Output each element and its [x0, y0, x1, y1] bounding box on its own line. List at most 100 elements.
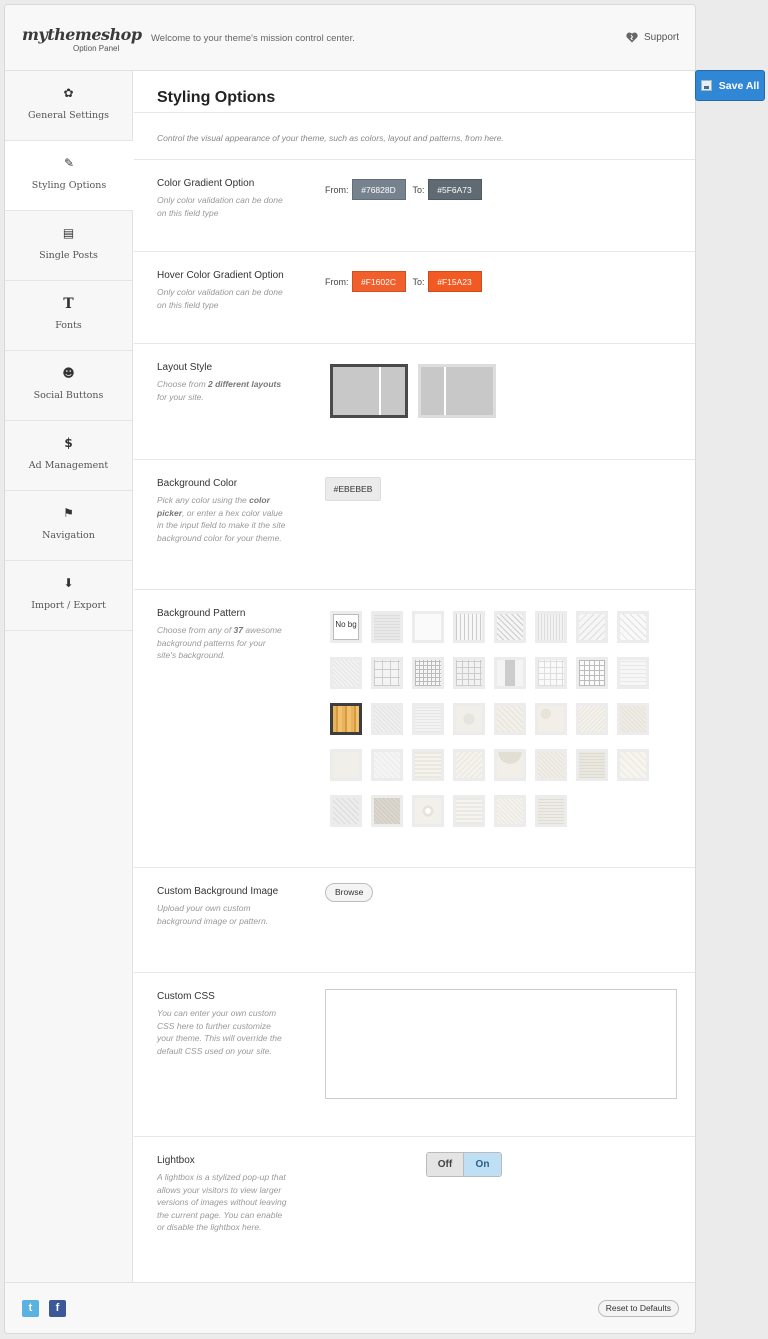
- signpost-icon: ⚑: [63, 506, 74, 520]
- sidebar-item-fonts[interactable]: T Fonts: [5, 281, 132, 351]
- pattern-option[interactable]: [371, 657, 403, 689]
- pattern-option[interactable]: [535, 611, 567, 643]
- field-label: Lightbox: [157, 1155, 195, 1166]
- background-color-picker[interactable]: #EBEBEB: [325, 477, 381, 501]
- pattern-option[interactable]: [453, 611, 485, 643]
- sidebar-item-label: Import / Export: [31, 600, 106, 611]
- field-desc: Pick any color using the color picker, o…: [157, 494, 287, 544]
- pattern-option[interactable]: [453, 749, 485, 781]
- from-label: From:: [325, 184, 349, 195]
- layout-option-2[interactable]: [418, 364, 496, 418]
- support-label: Support: [643, 32, 679, 43]
- sidebar-item-navigation[interactable]: ⚑ Navigation: [5, 491, 132, 561]
- pattern-option[interactable]: [412, 795, 444, 827]
- pattern-option[interactable]: [576, 657, 608, 689]
- page-intro: Control the visual appearance of your th…: [134, 113, 695, 160]
- download-icon: ⬇: [63, 576, 74, 590]
- field-label: Hover Color Gradient Option: [157, 270, 284, 281]
- pattern-option[interactable]: [535, 657, 567, 689]
- pattern-option[interactable]: [535, 703, 567, 735]
- sidebar-item-label: Social Buttons: [33, 390, 104, 401]
- sidebar-item-ad-management[interactable]: $ Ad Management: [5, 421, 132, 491]
- toggle-off[interactable]: Off: [427, 1153, 464, 1176]
- pattern-option[interactable]: [371, 749, 403, 781]
- sidebar-item-label: Navigation: [42, 530, 95, 541]
- pattern-option[interactable]: [576, 611, 608, 643]
- pattern-option[interactable]: [412, 657, 444, 689]
- pattern-option[interactable]: [494, 611, 526, 643]
- custom-css-textarea[interactable]: [325, 989, 677, 1099]
- gradient-picker: From: #76828D To: #5F6A73: [325, 179, 486, 200]
- toggle-on[interactable]: On: [464, 1153, 501, 1176]
- no-background-option[interactable]: No bg: [330, 611, 362, 643]
- hover-from-swatch[interactable]: #F1602C: [351, 271, 406, 292]
- pattern-option[interactable]: [535, 795, 567, 827]
- pattern-option[interactable]: [617, 703, 649, 735]
- facebook-icon[interactable]: f: [49, 1300, 66, 1317]
- pattern-preview: [333, 752, 359, 778]
- hover-gradient-row: Hover Color Gradient Option Only color v…: [134, 252, 695, 344]
- desc-bold: 2 different layouts: [208, 379, 282, 389]
- layout-option-1[interactable]: [330, 364, 408, 418]
- save-all-button[interactable]: Save All: [695, 70, 765, 101]
- pattern-option[interactable]: [453, 795, 485, 827]
- pattern-option[interactable]: [330, 657, 362, 689]
- pattern-preview: [620, 706, 646, 732]
- pattern-option[interactable]: [371, 611, 403, 643]
- pattern-preview: [456, 798, 482, 824]
- pattern-preview: [497, 706, 523, 732]
- pattern-option[interactable]: [576, 749, 608, 781]
- pattern-option[interactable]: [494, 749, 526, 781]
- pattern-preview: [374, 798, 400, 824]
- field-label: Custom Background Image: [157, 886, 279, 897]
- lightbox-toggle[interactable]: Off On: [426, 1152, 502, 1177]
- pattern-preview: [497, 660, 523, 686]
- pattern-option[interactable]: [330, 795, 362, 827]
- browse-button[interactable]: Browse: [325, 883, 374, 902]
- pattern-option[interactable]: [371, 703, 403, 735]
- pattern-option[interactable]: [453, 657, 485, 689]
- pattern-preview: [579, 706, 605, 732]
- pattern-option[interactable]: [494, 795, 526, 827]
- option-panel: mythemeshop Option Panel Welcome to your…: [4, 4, 696, 1334]
- pattern-preview: [456, 614, 482, 640]
- reset-defaults-button[interactable]: Reset to Defaults: [597, 1300, 679, 1317]
- sidebar-item-import-export[interactable]: ⬇ Import / Export: [5, 561, 132, 631]
- sidebar-item-styling-options[interactable]: ✎ Styling Options: [5, 141, 133, 211]
- pattern-option[interactable]: [412, 703, 444, 735]
- pattern-option[interactable]: [617, 611, 649, 643]
- desc-post: for your site.: [157, 391, 204, 402]
- pattern-option[interactable]: [412, 611, 444, 643]
- pattern-option[interactable]: [617, 657, 649, 689]
- sidebar-item-single-posts[interactable]: ▤ Single Posts: [5, 211, 132, 281]
- pattern-option[interactable]: [412, 749, 444, 781]
- welcome-text: Welcome to your theme's mission control …: [151, 33, 355, 44]
- page-title: Styling Options: [134, 71, 695, 113]
- pattern-option[interactable]: [494, 703, 526, 735]
- pattern-preview: [579, 660, 605, 686]
- pattern-option[interactable]: [617, 749, 649, 781]
- gradient-from-swatch[interactable]: #76828D: [351, 179, 406, 200]
- field-desc: Choose from 2 different layouts for your…: [157, 378, 287, 403]
- sidebar-item-general-settings[interactable]: ✿ General Settings: [5, 71, 132, 141]
- twitter-icon[interactable]: t: [22, 1300, 39, 1317]
- pattern-option[interactable]: [330, 749, 362, 781]
- sidebar-item-social-buttons[interactable]: ☻ Social Buttons: [5, 351, 132, 421]
- field-label: Background Color: [157, 478, 238, 489]
- pattern-option[interactable]: [453, 703, 485, 735]
- gradient-to-swatch[interactable]: #5F6A73: [427, 179, 482, 200]
- pattern-option[interactable]: [330, 703, 362, 735]
- pattern-option[interactable]: [535, 749, 567, 781]
- pattern-option[interactable]: [371, 795, 403, 827]
- pattern-preview: [456, 660, 482, 686]
- layout-preview: [333, 367, 405, 415]
- pattern-preview: [333, 798, 359, 824]
- support-link[interactable]: Support: [626, 32, 679, 43]
- pattern-option[interactable]: [494, 657, 526, 689]
- pattern-option[interactable]: [576, 703, 608, 735]
- hover-to-swatch[interactable]: #F15A23: [427, 271, 482, 292]
- field-desc: Only color validation can be done on thi…: [157, 287, 283, 310]
- document-icon: ▤: [62, 226, 75, 240]
- field-desc: A lightbox is a stylized pop-up that all…: [157, 1172, 287, 1232]
- gradient-picker: From: #F1602C To: #F15A23: [325, 271, 486, 292]
